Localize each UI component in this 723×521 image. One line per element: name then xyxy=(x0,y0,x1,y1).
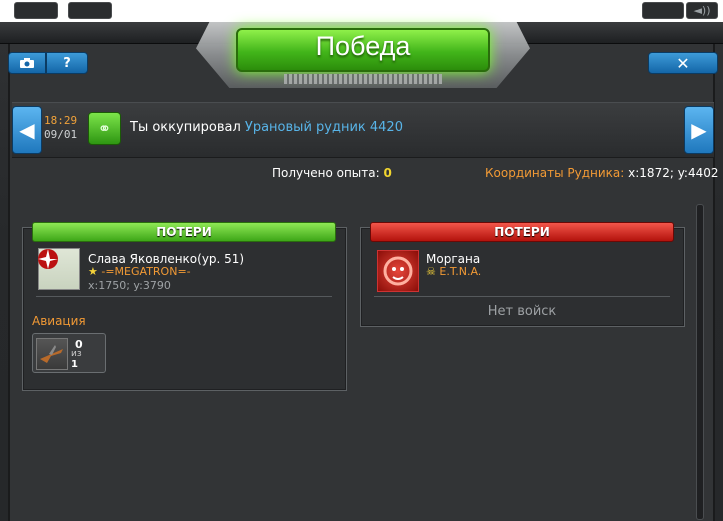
attacker-clan: ★ -=MEGATRON=- xyxy=(88,265,191,278)
arrow-left-icon: ◀ xyxy=(19,118,35,142)
sound-icon[interactable]: ◄)) xyxy=(686,2,718,19)
lion-icon xyxy=(383,256,413,286)
mine-coordinates: Координаты Рудника: x:1872; y:4402 xyxy=(485,166,719,180)
handcuffs-icon: ⚭ xyxy=(88,112,121,145)
attacker-losses-header: ПОТЕРИ xyxy=(32,222,336,242)
page-title: Победа xyxy=(315,31,411,61)
fullscreen-icon[interactable] xyxy=(642,2,684,19)
report-time: 18:29 xyxy=(44,114,78,127)
defender-losses-header: ПОТЕРИ xyxy=(370,222,674,242)
mine-link[interactable]: Урановый рудник 4420 xyxy=(245,120,403,135)
defender-name[interactable]: Моргана xyxy=(426,252,480,266)
scrollbar[interactable] xyxy=(696,204,704,520)
report-date: 09/01 xyxy=(44,128,78,141)
battle-result-screen: ◄)) ? ✕ Победа ◀ ▶ 18:29 09/01 ⚭ Ты окку… xyxy=(0,0,723,521)
unit-of: из xyxy=(71,349,82,359)
next-report-button[interactable]: ▶ xyxy=(684,106,714,154)
experience-stat: Получено опыта: 0 xyxy=(272,166,392,180)
help-icon: ? xyxy=(63,55,71,71)
no-troops-text: Нет войск xyxy=(487,304,557,319)
arrow-right-icon: ▶ xyxy=(691,118,707,142)
clan-emblem-icon xyxy=(38,249,58,269)
camera-icon xyxy=(20,58,34,68)
star-icon: ★ xyxy=(88,265,98,278)
aircraft-icon xyxy=(36,338,68,370)
close-button[interactable]: ✕ xyxy=(648,52,718,74)
close-icon: ✕ xyxy=(676,53,690,73)
screenshot-button[interactable] xyxy=(8,52,46,74)
defender-clan: ☠ E.T.N.A. xyxy=(426,265,482,278)
help-button[interactable]: ? xyxy=(46,52,88,74)
attacker-name[interactable]: Слава Яковленко(ур. 51) xyxy=(88,252,244,266)
resource-icon xyxy=(14,2,58,19)
report-message: Ты оккупировал Урановый рудник 4420 xyxy=(130,120,403,135)
mail-icon[interactable] xyxy=(68,2,112,19)
prev-report-button[interactable]: ◀ xyxy=(12,106,42,154)
unit-category: Авиация xyxy=(32,314,86,328)
title-plate: Победа xyxy=(196,22,530,88)
defender-avatar[interactable] xyxy=(377,250,419,292)
attacker-coords: x:1750; y:3790 xyxy=(88,279,171,292)
skull-icon: ☠ xyxy=(426,265,436,278)
attacker-avatar[interactable] xyxy=(38,248,80,290)
unit-total: 1 xyxy=(71,359,78,370)
unit-card-aviation[interactable]: 0 из 1 xyxy=(32,333,106,373)
